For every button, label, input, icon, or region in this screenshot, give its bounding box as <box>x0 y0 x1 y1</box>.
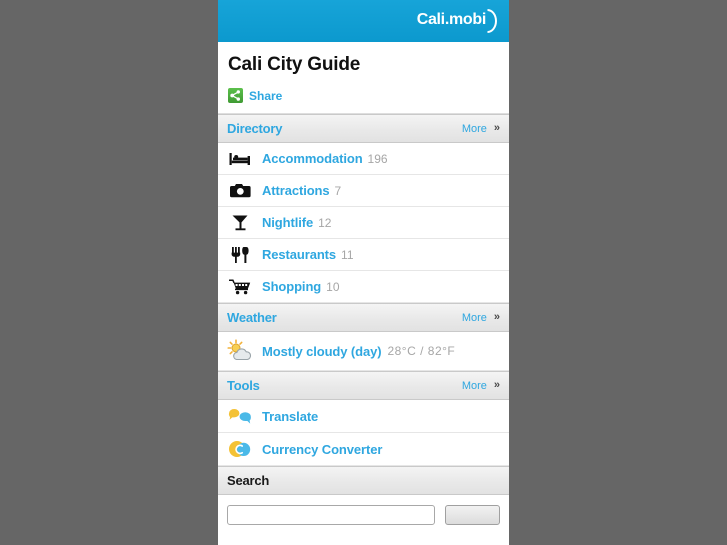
list-item-currency-converter[interactable]: Currency Converter <box>218 433 509 466</box>
list-item-count: 12 <box>318 215 332 230</box>
list-item-count: 7 <box>334 183 342 198</box>
weather-temperature: 28°C / 82°F <box>387 344 456 358</box>
section-header-directory: Directory More » <box>218 114 509 143</box>
site-logo[interactable]: Cali.mobi <box>417 9 500 31</box>
list-item-count: 196 <box>367 151 388 166</box>
list-item-nightlife[interactable]: Nightlife 12 <box>218 207 509 239</box>
camera-icon <box>227 183 253 198</box>
fork-knife-icon <box>227 246 253 264</box>
shopping-cart-icon <box>227 278 253 295</box>
page-title: Cali City Guide <box>228 54 361 75</box>
share-label: Share <box>249 88 283 103</box>
share-icon <box>228 88 243 103</box>
list-item-label: Currency Converter <box>262 441 383 457</box>
share-button[interactable]: Share <box>228 88 499 103</box>
search-submit-button[interactable] <box>445 505 500 525</box>
list-item-label: Nightlife <box>262 215 314 230</box>
more-label: More <box>461 122 487 135</box>
list-item-label: Translate <box>262 408 319 424</box>
list-item-restaurants[interactable]: Restaurants 11 <box>218 239 509 271</box>
list-item-label: Shopping <box>262 279 322 294</box>
currency-coins-icon <box>227 439 253 459</box>
section-title-search: Search <box>227 473 270 488</box>
page-title-block: Cali City Guide Share <box>218 42 509 114</box>
double-chevron-right-icon: » <box>493 379 500 391</box>
list-item-label: Attractions <box>262 183 330 198</box>
section-title-tools: Tools <box>227 378 260 393</box>
weather-condition-label: Mostly cloudy (day) <box>262 343 382 359</box>
list-item-label: Restaurants <box>262 247 337 262</box>
more-label: More <box>461 311 487 324</box>
more-link-weather[interactable]: More » <box>462 312 500 324</box>
double-chevron-right-icon: » <box>493 122 500 134</box>
section-title-weather: Weather <box>227 310 277 325</box>
cocktail-glass-icon <box>227 214 253 232</box>
list-item-label: Accommodation <box>262 151 363 166</box>
section-header-tools: Tools More » <box>218 371 509 400</box>
more-link-directory[interactable]: More » <box>462 123 500 135</box>
speech-bubbles-icon <box>227 407 253 425</box>
more-label: More <box>461 379 487 392</box>
arc-icon <box>487 9 500 31</box>
list-item-translate[interactable]: Translate <box>218 400 509 433</box>
bed-icon <box>227 152 253 166</box>
more-link-tools[interactable]: More » <box>462 380 500 392</box>
list-item-shopping[interactable]: Shopping 10 <box>218 271 509 303</box>
share-icon-glyph <box>230 90 240 101</box>
list-item-count: 11 <box>341 247 354 262</box>
section-title-directory: Directory <box>227 121 283 136</box>
double-chevron-right-icon: » <box>493 311 500 323</box>
search-form <box>218 495 509 525</box>
sun-behind-cloud-icon <box>227 339 253 363</box>
site-logo-text: Cali.mobi <box>416 11 487 28</box>
list-item-count: 10 <box>326 279 340 294</box>
list-item-accommodation[interactable]: Accommodation 196 <box>218 143 509 175</box>
site-header: Cali.mobi <box>218 0 509 42</box>
list-item-attractions[interactable]: Attractions 7 <box>218 175 509 207</box>
section-header-weather: Weather More » <box>218 303 509 332</box>
mobile-page-container: Cali.mobi Cali City Guide Share Director… <box>218 0 509 545</box>
search-input[interactable] <box>227 505 435 525</box>
section-header-search: Search <box>218 466 509 495</box>
list-item-weather-current[interactable]: Mostly cloudy (day) 28°C / 82°F <box>218 332 509 371</box>
